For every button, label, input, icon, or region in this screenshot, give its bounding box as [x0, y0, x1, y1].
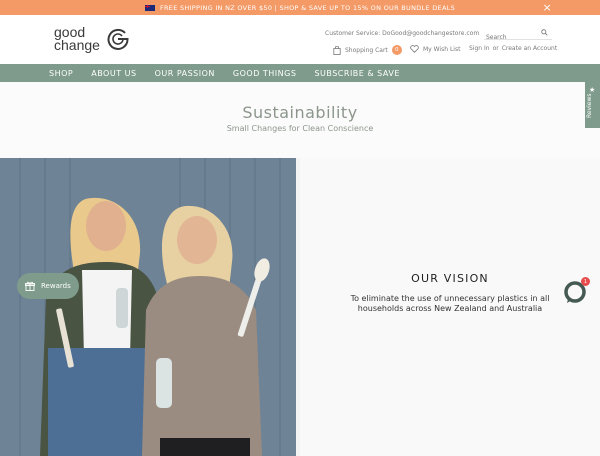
create-account-link[interactable]: Create an Account [502, 45, 557, 52]
rewards-label: Rewards [41, 282, 71, 290]
page-title: Sustainability [242, 103, 358, 122]
nav-item-good-things[interactable]: GOOD THINGS [233, 69, 297, 78]
chat-notification-badge: 1 [581, 277, 590, 286]
wishlist-link[interactable]: My Wish List [410, 45, 460, 53]
search-box[interactable] [484, 24, 552, 41]
nz-flag-icon [144, 4, 155, 11]
search-icon[interactable] [541, 29, 548, 36]
shopping-cart-label: Shopping Cart [345, 46, 388, 54]
nav-item-shop[interactable]: SHOP [49, 69, 73, 78]
nav-item-about-us[interactable]: ABOUT US [91, 69, 136, 78]
sign-in-link[interactable]: Sign In [469, 45, 490, 52]
site-header: good change Customer Service: DoGood@goo… [0, 15, 600, 64]
vision-text: To eliminate the use of unnecessary plas… [350, 294, 550, 313]
heart-icon [410, 45, 419, 53]
logo[interactable]: good change [54, 25, 130, 53]
vision-section: OUR VISION To eliminate the use of unnec… [300, 158, 600, 456]
announcement-bar: FREE SHIPPING IN NZ OVER $50 | SHOP & SA… [0, 0, 600, 15]
search-input[interactable] [484, 30, 540, 41]
rewards-button[interactable]: Rewards [17, 273, 79, 299]
wishlist-label: My Wish List [423, 45, 461, 53]
account-links: Sign In or Create an Account [469, 45, 557, 52]
nav-item-our-passion[interactable]: OUR PASSION [155, 69, 215, 78]
nav-item-subscribe-save[interactable]: SUBSCRIBE & SAVE [314, 69, 399, 78]
vision-title: OUR VISION [411, 272, 489, 285]
customer-service-text: Customer Service: DoGood@goodchangestore… [325, 30, 480, 37]
reviews-tab-label: Reviews [586, 93, 593, 118]
founders-photo-illustration [0, 158, 300, 456]
shopping-cart-link[interactable]: Shopping Cart 0 [333, 45, 402, 55]
or-text: or [492, 45, 499, 52]
main-nav: SHOP ABOUT US OUR PASSION GOOD THINGS SU… [0, 64, 600, 82]
page-subtitle: Small Changes for Clean Conscience [226, 124, 374, 133]
hero-banner: Sustainability Small Changes for Clean C… [0, 82, 600, 158]
shopping-bag-icon [333, 45, 341, 55]
announcement-text: FREE SHIPPING IN NZ OVER $50 | SHOP & SA… [159, 3, 456, 12]
logo-line-2: change [54, 37, 100, 53]
founders-photo [0, 158, 300, 456]
logo-g-icon [107, 28, 129, 50]
reviews-tab[interactable]: ★ Reviews [585, 82, 600, 128]
close-icon[interactable]: × [542, 1, 552, 14]
cart-count-badge: 0 [391, 45, 402, 55]
gift-icon [25, 281, 35, 291]
